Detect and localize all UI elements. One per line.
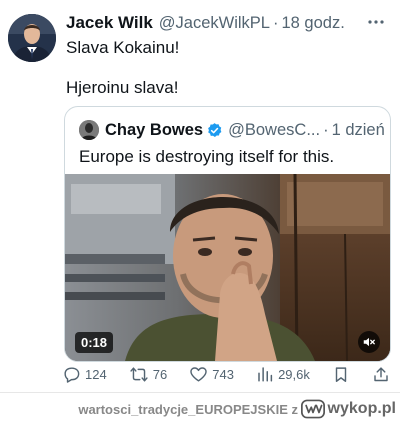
quote-author-avatar[interactable] [79,120,99,140]
reply-icon [64,366,80,383]
repost-icon [130,366,148,382]
quoted-tweet[interactable]: Chay Bowes @BowesC... · 1 dzień Europe i… [64,106,391,362]
tweet-text-line-1: Slava Kokainu! [66,38,180,57]
like-button[interactable]: 743 [189,365,234,384]
wykop-brand-name: wykop.pl [327,400,396,417]
video-duration: 0:18 [75,332,114,353]
tweet-card[interactable]: Jacek Wilk @JacekWilkPL · 18 godz. Slava… [0,0,400,392]
verified-badge-icon [208,122,222,137]
tweet-text-line-2: Hjeroinu slava! [66,78,179,97]
views-bar-chart-icon [258,367,273,382]
footer-username[interactable]: wartosci_tradycje_EUROPEJSKIE [78,402,288,417]
tweet-time[interactable]: 18 godz. [282,14,345,33]
bookmark-button[interactable] [332,365,350,384]
share-button[interactable] [372,365,390,384]
author-avatar[interactable] [8,14,56,62]
more-options-icon[interactable] [364,10,388,34]
footer-suffix: z [291,402,299,417]
views-count: 29,6k [278,366,310,382]
repost-button[interactable]: 76 [129,365,167,384]
quote-author-name[interactable]: Chay Bowes [105,121,203,140]
repost-count: 76 [152,366,168,382]
share-icon [374,366,388,381]
quote-time[interactable]: 1 dzień [332,121,385,140]
bookmark-icon [335,366,347,382]
like-count: 743 [212,366,234,382]
footer-attribution: wartosci_tradycje_EUROPEJSKIE z [78,402,298,417]
video-thumbnail [65,174,390,361]
author-handle[interactable]: @JacekWilkPL [159,14,270,33]
heart-icon [190,366,208,382]
wykop-logo-icon [300,399,325,419]
quote-text: Europe is destroying itself for this. [79,147,335,166]
views-button[interactable]: 29,6k [256,365,310,383]
author-name[interactable]: Jacek Wilk [66,13,153,33]
reply-button[interactable]: 124 [62,365,107,384]
tweet-actions-bar: 124 76 743 29,6k [62,362,390,386]
quote-separator-dot: · [323,120,329,139]
reply-count: 124 [85,366,107,382]
watermark-footer: wartosci_tradycje_EUROPEJSKIE z wykop.pl [0,392,400,426]
quote-author-handle[interactable]: @BowesC... [228,121,320,140]
video-player[interactable]: 0:18 [65,174,390,361]
wykop-brand[interactable]: wykop.pl [300,399,396,419]
separator-dot: · [273,13,279,32]
muted-speaker-icon[interactable] [358,331,380,353]
